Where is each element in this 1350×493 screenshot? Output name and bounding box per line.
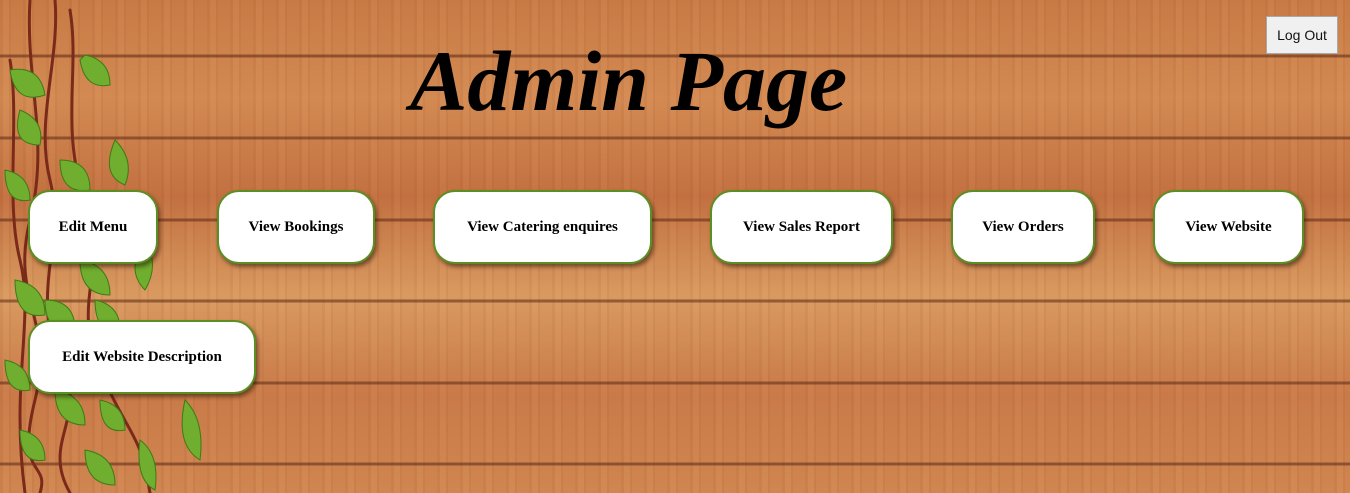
edit-website-description-button[interactable]: Edit Website Description (28, 320, 256, 394)
view-bookings-button[interactable]: View Bookings (217, 190, 375, 264)
view-website-button[interactable]: View Website (1153, 190, 1304, 264)
page-title: Admin Page (410, 33, 848, 129)
edit-menu-button[interactable]: Edit Menu (28, 190, 158, 264)
view-orders-button[interactable]: View Orders (951, 190, 1095, 264)
logout-button[interactable]: Log Out (1266, 16, 1338, 54)
view-catering-enquires-button[interactable]: View Catering enquires (433, 190, 652, 264)
view-sales-report-button[interactable]: View Sales Report (710, 190, 893, 264)
